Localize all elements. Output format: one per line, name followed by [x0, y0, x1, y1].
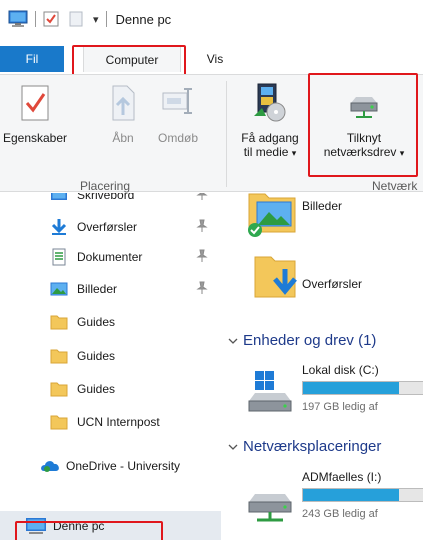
folder-icon	[50, 315, 68, 330]
network-share-drive-icon	[248, 494, 292, 522]
nav-item-guides-2[interactable]: Guides	[0, 344, 221, 368]
rename-label: Omdøb	[157, 131, 198, 145]
nav-label: Dokumenter	[77, 250, 143, 264]
folder-icon	[50, 349, 68, 364]
folder-icon	[50, 415, 68, 430]
onedrive-cloud-icon	[41, 461, 59, 472]
content-folder-overforsler[interactable]: Overførsler	[245, 251, 415, 303]
pin-icon[interactable]	[196, 219, 208, 233]
group-header-devices[interactable]: Enheder og drev (1)	[227, 332, 376, 349]
documents-icon	[52, 248, 66, 266]
windows-drive-icon	[248, 371, 292, 412]
nav-item-ucn-internpost[interactable]: UCN Internpost	[0, 410, 221, 434]
nav-item-onedrive[interactable]: OneDrive - University	[0, 454, 221, 478]
content-folder-label: Overførsler	[302, 277, 362, 291]
download-arrow-icon	[51, 219, 67, 235]
group-label-placering: Placering	[80, 179, 131, 193]
rename-icon	[160, 81, 196, 125]
network-drive-icon	[346, 81, 382, 125]
map-network-drive-button[interactable]: Tilknyt netværksdrev ▾	[313, 81, 415, 160]
tab-vis[interactable]: Vis	[200, 46, 230, 72]
map-drive-label-line1: Tilknyt	[346, 131, 382, 145]
tab-fil[interactable]: Fil	[0, 46, 64, 72]
title-separator-2	[105, 11, 107, 27]
drive-free-text: 197 GB ledig af	[302, 401, 378, 413]
drive-label: Lokal disk (C:)	[302, 363, 379, 377]
media-access-label-line1: Få adgang	[241, 131, 299, 145]
media-access-label-line2: til medie ▾	[243, 145, 297, 159]
nav-label: Guides	[77, 382, 116, 396]
ribbon-panel: Egenskaber Åbn Omdøb Placering Få adgang…	[0, 74, 423, 193]
drive-usage-bar	[302, 488, 423, 502]
media-access-button[interactable]: Få adgang til medie ▾	[227, 81, 313, 160]
folder-icon	[50, 382, 68, 397]
pictures-icon	[50, 282, 68, 296]
nav-label: Guides	[77, 349, 116, 363]
drive-free-text: 243 GB ledig af	[302, 508, 378, 520]
content-folder-billeder[interactable]: Billeder	[245, 193, 415, 238]
open-button[interactable]: Åbn	[103, 81, 143, 145]
nav-label: OneDrive - University	[66, 459, 181, 473]
desktop-folder-icon	[51, 193, 67, 200]
quick-access-dropdown[interactable]: ▾	[93, 13, 99, 26]
navigation-pane[interactable]: Skrivebord Overførsler Dokumenter Billed…	[0, 193, 221, 540]
chevron-down-icon	[228, 444, 238, 450]
drive-label: ADMfaelles (I:)	[302, 470, 382, 484]
chevron-down-icon	[228, 338, 238, 344]
nav-item-dokumenter[interactable]: Dokumenter	[0, 245, 221, 269]
content-folder-label: Billeder	[302, 199, 343, 213]
nav-item-guides-3[interactable]: Guides	[0, 377, 221, 401]
map-drive-label-line2: netværksdrev ▾	[323, 145, 405, 159]
window-title: Denne pc	[115, 11, 172, 27]
nav-label: Guides	[77, 315, 116, 329]
this-pc-icon[interactable]	[8, 10, 28, 28]
downloads-folder-icon	[254, 256, 297, 298]
properties-checkmark-icon	[17, 81, 53, 125]
egenskaber-label: Egenskaber	[2, 131, 68, 145]
open-label: Åbn	[112, 131, 134, 145]
tab-computer[interactable]: Computer	[83, 46, 181, 72]
new-folder-quick-icon[interactable]	[69, 11, 83, 27]
group-header-network[interactable]: Netværksplaceringer	[227, 438, 381, 455]
pin-icon[interactable]	[196, 249, 208, 263]
group-label-netvaerk: Netværk	[372, 179, 418, 193]
nav-item-denne-pc[interactable]: Denne pc	[0, 511, 221, 540]
nav-label: UCN Internpost	[77, 415, 160, 429]
nav-label: Billeder	[77, 282, 118, 296]
nav-label: Denne pc	[53, 519, 105, 533]
pictures-folder-icon	[248, 193, 296, 237]
title-separator	[35, 11, 36, 27]
pin-icon[interactable]	[196, 193, 208, 201]
content-pane[interactable]: Billeder Overførsler Enheder og drev (1)…	[225, 193, 423, 540]
title-bar: ▾ Denne pc	[0, 0, 423, 38]
nav-label: Skrivebord	[77, 193, 135, 202]
drive-item-i[interactable]: ADMfaelles (I:) 243 GB ledig af	[245, 468, 423, 528]
drive-item-c[interactable]: Lokal disk (C:) 197 GB ledig af	[245, 361, 423, 421]
media-access-icon	[252, 81, 288, 125]
this-pc-icon	[26, 518, 46, 534]
nav-item-skrivebord[interactable]: Skrivebord	[0, 193, 221, 207]
rename-button[interactable]: Omdøb	[151, 81, 205, 145]
pin-icon[interactable]	[196, 281, 208, 295]
drive-usage-bar	[302, 381, 423, 395]
egenskaber-button[interactable]: Egenskaber	[0, 81, 70, 145]
nav-item-guides-1[interactable]: Guides	[0, 310, 221, 334]
nav-label: Overførsler	[77, 220, 137, 234]
ribbon-tab-bar: Fil Computer Vis	[0, 38, 423, 74]
properties-quick-icon[interactable]	[43, 11, 59, 27]
open-file-icon	[105, 81, 141, 125]
nav-item-billeder[interactable]: Billeder	[0, 277, 221, 301]
nav-item-overforsler[interactable]: Overførsler	[0, 215, 221, 239]
